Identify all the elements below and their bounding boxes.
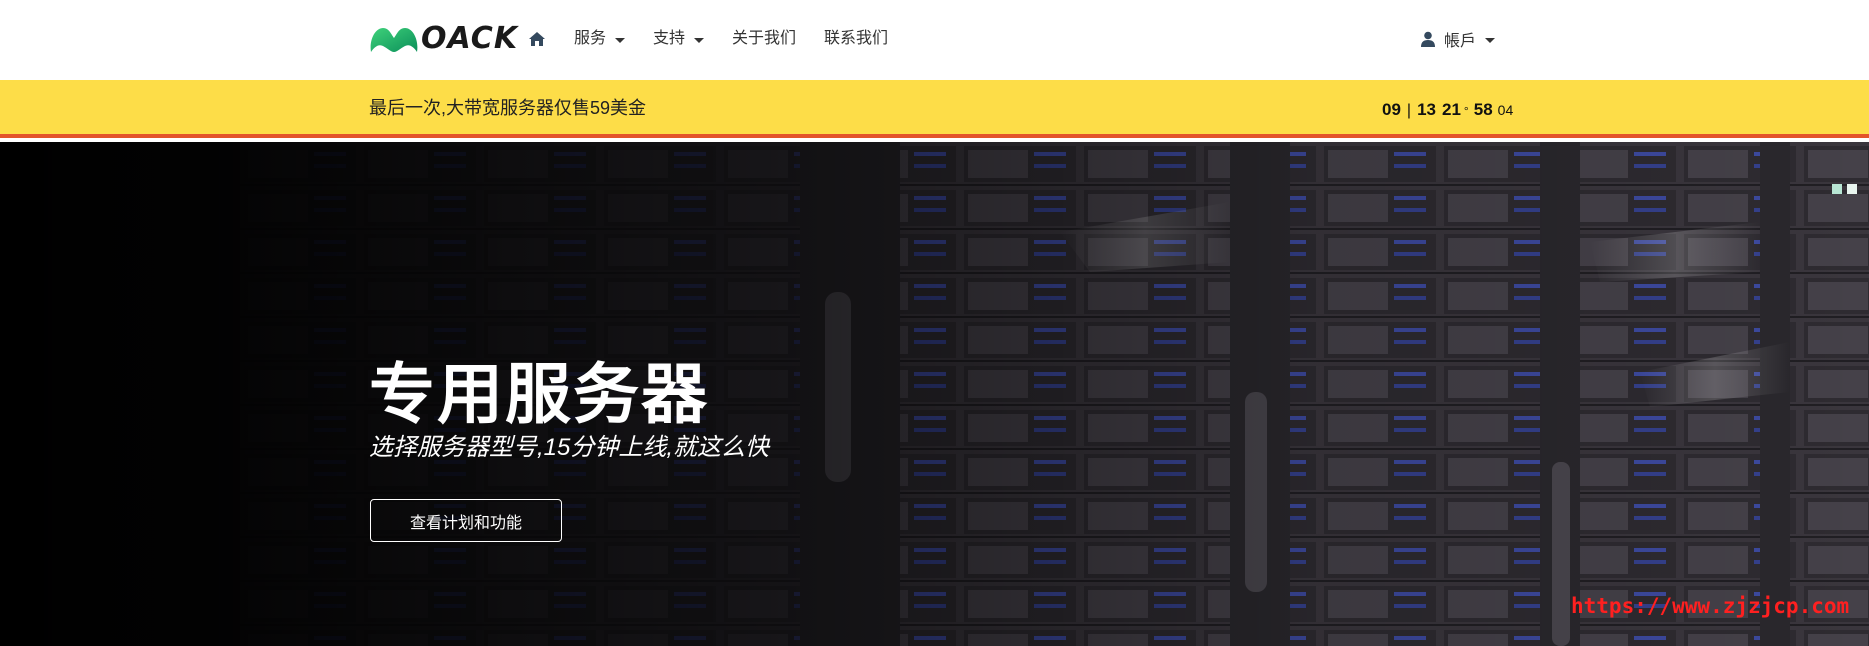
nav-home[interactable] bbox=[528, 31, 546, 47]
nav-contact-label: 联系我们 bbox=[824, 30, 889, 47]
countdown-minutes: 21 bbox=[1442, 100, 1461, 119]
nav-services-label: 服务 bbox=[574, 30, 607, 47]
hero-section: 专用服务器 选择服务器型号,15分钟上线,就这么快 查看计划和功能 https:… bbox=[0, 142, 1869, 646]
countdown-hours: 13 bbox=[1417, 100, 1436, 119]
account-menu[interactable]: 帳戶 bbox=[1421, 24, 1496, 54]
countdown-timer: 09 | 13 21 ° 58 04 bbox=[1382, 99, 1513, 122]
slider-dot-2[interactable] bbox=[1847, 184, 1857, 194]
countdown-degree: ° bbox=[1463, 104, 1469, 118]
chevron-down-icon bbox=[694, 37, 705, 43]
user-icon bbox=[1421, 31, 1435, 47]
slider-dots bbox=[1827, 184, 1857, 194]
view-plans-button[interactable]: 查看计划和功能 bbox=[370, 499, 562, 542]
countdown-seconds: 58 bbox=[1473, 100, 1493, 119]
chevron-down-icon bbox=[1485, 37, 1496, 43]
slider-dot-1[interactable] bbox=[1832, 184, 1842, 194]
logo-icon bbox=[370, 28, 418, 52]
server-rack-background bbox=[0, 142, 1869, 646]
promo-text[interactable]: 最后一次,大带宽服务器仅售59美金 bbox=[369, 97, 646, 119]
nav-services[interactable]: 服务 bbox=[574, 24, 626, 54]
nav-contact[interactable]: 联系我们 bbox=[824, 24, 888, 54]
nav-about-label: 关于我们 bbox=[732, 30, 797, 47]
main-nav: 服务 支持 关于我们 联系我们 bbox=[528, 24, 916, 54]
logo-text: OACK bbox=[421, 21, 519, 56]
nav-about[interactable]: 关于我们 bbox=[732, 24, 796, 54]
countdown-separator: | bbox=[1406, 102, 1412, 119]
promo-banner: 最后一次,大带宽服务器仅售59美金 09 | 13 21 ° 58 04 bbox=[0, 80, 1869, 138]
home-icon bbox=[529, 32, 545, 46]
brand-logo[interactable]: OACK bbox=[369, 22, 518, 56]
countdown-days: 09 bbox=[1382, 100, 1401, 119]
account-label: 帳戶 bbox=[1444, 33, 1477, 50]
countdown-fraction: 04 bbox=[1497, 102, 1514, 118]
nav-support[interactable]: 支持 bbox=[653, 24, 705, 54]
watermark: https://www.zjzjcp.com bbox=[1571, 594, 1850, 618]
hero-subtitle: 选择服务器型号,15分钟上线,就这么快 bbox=[369, 434, 770, 461]
top-navbar: OACK 服务 支持 关于我们 联系我们 帳戶 bbox=[0, 0, 1869, 80]
hero-title: 专用服务器 bbox=[369, 357, 709, 431]
nav-support-label: 支持 bbox=[653, 30, 686, 47]
chevron-down-icon bbox=[615, 37, 626, 43]
